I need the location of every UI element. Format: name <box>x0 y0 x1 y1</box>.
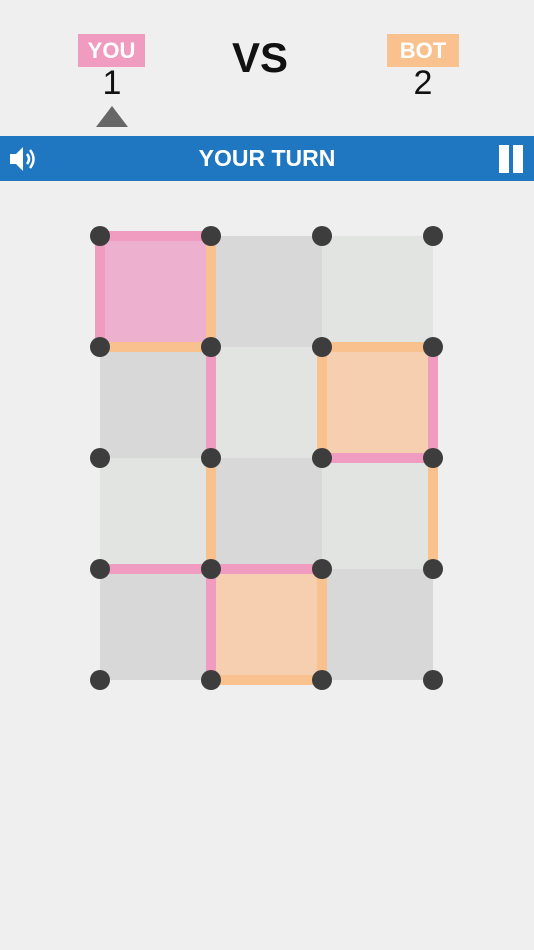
claimed-box-you <box>100 236 211 347</box>
board-cell <box>322 236 433 347</box>
you-score: 1 <box>102 64 122 102</box>
grid-dot <box>201 670 221 690</box>
grid-dot <box>90 337 110 357</box>
grid-dot <box>423 559 443 579</box>
line-bot[interactable] <box>206 458 216 569</box>
line-you[interactable] <box>322 453 433 463</box>
line-you[interactable] <box>206 569 216 680</box>
line-you[interactable] <box>95 236 105 347</box>
vs-label: VS <box>231 34 289 81</box>
board-cell <box>211 347 322 458</box>
line-you[interactable] <box>100 231 211 241</box>
board-cell <box>211 236 322 347</box>
grid-dot <box>201 337 221 357</box>
grid-dot <box>423 226 443 246</box>
grid-dot <box>201 559 221 579</box>
bot-score: 2 <box>413 64 433 102</box>
grid-dot <box>423 670 443 690</box>
bot-label: BOT <box>387 34 459 67</box>
board-cell <box>100 458 211 569</box>
grid-dot <box>201 226 221 246</box>
board-cell <box>322 458 433 569</box>
grid-dot <box>312 337 332 357</box>
grid-dot <box>90 559 110 579</box>
claimed-box-bot <box>322 347 433 458</box>
turn-indicator: YOUR TURN <box>198 145 336 171</box>
pause-button[interactable] <box>497 145 525 173</box>
grid-dot <box>312 448 332 468</box>
grid-dot <box>90 448 110 468</box>
line-bot[interactable] <box>100 342 211 352</box>
line-bot[interactable] <box>428 458 438 569</box>
grid-dot <box>423 448 443 468</box>
grid-dot <box>90 226 110 246</box>
status-bar: YOUR TURN <box>0 136 534 181</box>
grid-dot <box>312 670 332 690</box>
active-player-arrow-icon <box>96 106 128 127</box>
board-cell <box>100 347 211 458</box>
grid-dot <box>312 559 332 579</box>
line-you[interactable] <box>206 347 216 458</box>
scoreboard: YOU 1 VS BOT 2 <box>0 0 534 136</box>
claimed-box-bot <box>211 569 322 680</box>
grid-dot <box>312 226 332 246</box>
line-bot[interactable] <box>322 342 433 352</box>
grid-dot <box>90 670 110 690</box>
line-bot[interactable] <box>317 569 327 680</box>
board-cell <box>211 458 322 569</box>
grid-dot <box>201 448 221 468</box>
board-cell <box>100 569 211 680</box>
line-you[interactable] <box>428 347 438 458</box>
line-bot[interactable] <box>317 347 327 458</box>
game-board <box>0 181 534 741</box>
grid-dot <box>423 337 443 357</box>
line-bot[interactable] <box>206 236 216 347</box>
board-cell <box>322 569 433 680</box>
line-bot[interactable] <box>211 675 322 685</box>
you-label: YOU <box>78 34 145 67</box>
line-you[interactable] <box>211 564 322 574</box>
line-you[interactable] <box>100 564 211 574</box>
